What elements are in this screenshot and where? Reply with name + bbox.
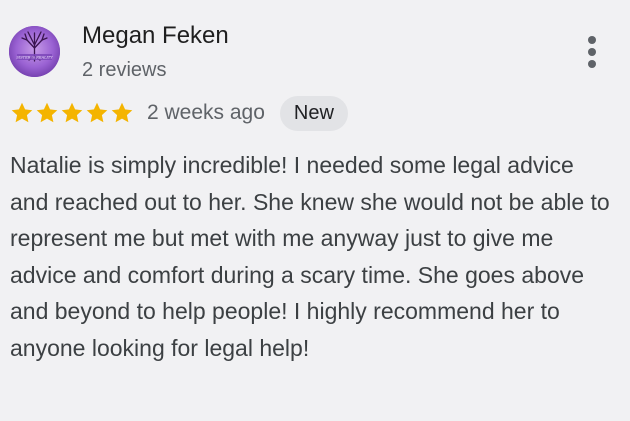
more-vert-icon-dot: [588, 48, 596, 56]
star-icon: [61, 102, 83, 123]
star-icon: [36, 102, 58, 123]
star-rating: [10, 101, 134, 125]
more-options-button[interactable]: [577, 32, 607, 72]
review-card: SISTER in REALITY Megan Feken 2 reviews …: [0, 0, 630, 421]
more-vert-icon: [588, 36, 596, 44]
review-text: Natalie is simply incredible! I needed s…: [10, 152, 610, 361]
more-vert-icon-dot: [588, 60, 596, 68]
star-icon: [86, 102, 108, 123]
tree-logo-icon: SISTER in REALITY: [9, 26, 60, 77]
svg-text:SISTER in REALITY: SISTER in REALITY: [16, 56, 53, 60]
rating-row: 2 weeks ago New: [10, 95, 348, 131]
star-icon: [11, 102, 33, 123]
star-icon: [111, 102, 133, 123]
author-name[interactable]: Megan Feken: [82, 21, 229, 51]
new-badge: New: [279, 95, 348, 131]
avatar[interactable]: SISTER in REALITY: [9, 26, 60, 77]
author-review-count[interactable]: 2 reviews: [82, 57, 166, 83]
review-time: 2 weeks ago: [147, 101, 265, 124]
